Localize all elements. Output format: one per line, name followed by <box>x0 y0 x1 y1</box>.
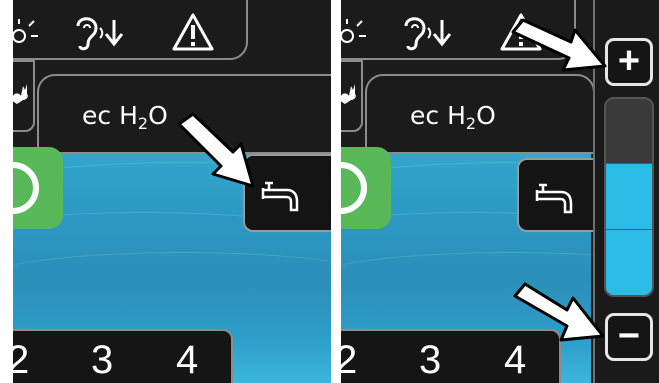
faucet-icon[interactable] <box>531 172 577 223</box>
plus-button[interactable]: + <box>605 38 653 86</box>
ech2o-logo: ec H2O <box>410 101 496 133</box>
panel-divider <box>335 0 341 383</box>
warning-icon[interactable] <box>171 12 215 57</box>
sun-icon[interactable] <box>341 18 369 57</box>
level-segment <box>606 229 652 295</box>
ear-down-icon[interactable] <box>68 14 126 59</box>
level-segment <box>606 99 652 165</box>
power-button[interactable] <box>13 147 63 229</box>
number-3[interactable]: 3 <box>91 338 113 383</box>
level-segment <box>606 164 652 230</box>
sun-icon[interactable] <box>13 18 41 57</box>
faucet-icon[interactable] <box>257 170 303 221</box>
rabbit-icon[interactable] <box>13 80 31 111</box>
arrow-to-plus-icon <box>509 18 609 81</box>
panel-left: ec H2O 2 3 4 <box>13 0 331 383</box>
arrow-to-minus-icon <box>511 282 607 351</box>
minus-button[interactable]: − <box>605 313 653 361</box>
rabbit-icon[interactable] <box>341 80 359 111</box>
number-bar <box>13 329 233 383</box>
arrow-icon <box>171 112 259 199</box>
number-2[interactable]: 2 <box>13 338 29 383</box>
number-2[interactable]: 2 <box>341 338 357 383</box>
number-4[interactable]: 4 <box>176 338 198 383</box>
number-3[interactable]: 3 <box>419 338 441 383</box>
level-meter <box>604 97 654 297</box>
panel-right: ec H2O 2 3 4 + − <box>341 0 659 383</box>
power-icon <box>13 162 39 214</box>
power-icon <box>341 162 367 214</box>
ear-down-icon[interactable] <box>396 14 454 59</box>
ech2o-logo: ec H2O <box>82 101 168 133</box>
power-button[interactable] <box>341 147 391 229</box>
